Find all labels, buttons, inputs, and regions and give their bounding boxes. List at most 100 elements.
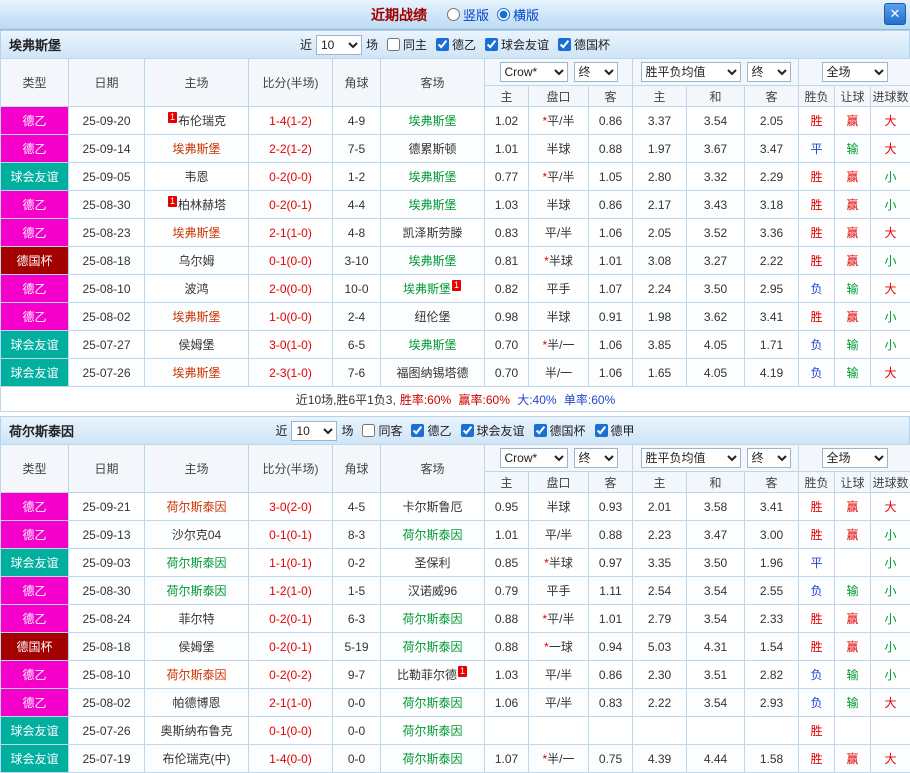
filter-checkbox[interactable] xyxy=(534,424,547,437)
vertical-layout-radio[interactable] xyxy=(447,8,460,21)
team-name: 荷尔斯泰因 xyxy=(402,752,462,766)
odds-stage-select[interactable]: 终 xyxy=(574,62,618,82)
filter-option[interactable]: 球会友谊 xyxy=(485,36,549,53)
avg-stage-select[interactable]: 终 xyxy=(747,448,791,468)
filter-checkbox[interactable] xyxy=(485,38,498,51)
close-button[interactable]: ✕ xyxy=(884,3,906,25)
filter-checkbox[interactable] xyxy=(558,38,571,51)
handicap-result-cell: 赢 xyxy=(835,107,871,135)
scope-select[interactable]: 全场 xyxy=(822,448,888,468)
goals-result-cell xyxy=(871,717,910,745)
col-away: 客场 xyxy=(381,59,485,107)
team-name: 布伦瑞克 xyxy=(178,114,226,128)
match-count-select[interactable]: 10 xyxy=(291,421,337,441)
filter-checkbox[interactable] xyxy=(387,38,400,51)
scope-select[interactable]: 全场 xyxy=(822,62,888,82)
away-team-cell: 埃弗斯堡 xyxy=(381,191,485,219)
favourite-star: * xyxy=(544,254,549,268)
home-team-cell: 荷尔斯泰因 xyxy=(145,577,249,605)
odds-home-cell: 0.83 xyxy=(485,219,529,247)
team-section-holstein: 荷尔斯泰因 近 10 场 同客德乙球会友谊德国杯德甲 类型 日期 主场 比分(半… xyxy=(0,416,910,773)
home-team-cell: 菲尔特 xyxy=(145,605,249,633)
odds-handicap-cell: *平/半 xyxy=(529,605,589,633)
avg-select[interactable]: 胜平负均值 xyxy=(641,448,741,468)
league-filters: 同客德乙球会友谊德国杯 德甲 xyxy=(353,422,634,439)
team-name: 荷尔斯泰因 xyxy=(402,528,462,542)
goals-result-cell: 大 xyxy=(871,107,910,135)
near-label: 近 xyxy=(300,36,312,53)
away-team-cell: 凯泽斯劳滕 xyxy=(381,219,485,247)
favourite-star: * xyxy=(542,114,547,128)
odds-home-cell: 0.88 xyxy=(485,605,529,633)
layout-vertical-option[interactable]: 竖版 xyxy=(447,5,489,24)
filter-option[interactable]: 同客 xyxy=(362,422,402,439)
col-outcome: 胜负 xyxy=(799,472,835,493)
outcome-cell: 胜 xyxy=(799,247,835,275)
recent-results-panel: 近期战绩 竖版 横版 ✕ 埃弗斯堡 近 10 场 同主德乙球会友谊德国杯 xyxy=(0,0,910,773)
team-name: 帕德博恩 xyxy=(172,696,220,710)
filter-option[interactable]: 同主 xyxy=(387,36,427,53)
score-cell: 1-2(1-0) xyxy=(249,577,333,605)
match-count-select[interactable]: 10 xyxy=(316,35,362,55)
odds-home-cell: 1.07 xyxy=(485,745,529,773)
filter-checkbox[interactable] xyxy=(595,424,608,437)
date-cell: 25-07-19 xyxy=(69,745,145,773)
date-cell: 25-09-14 xyxy=(69,135,145,163)
odds-away-cell: 0.91 xyxy=(589,303,633,331)
col-outcome: 胜负 xyxy=(799,86,835,107)
handicap-result-cell: 赢 xyxy=(835,191,871,219)
date-cell: 25-07-27 xyxy=(69,331,145,359)
league-type-cell: 德国杯 xyxy=(1,633,69,661)
summary-segment: 赢率:60% xyxy=(455,393,510,407)
layout-horizontal-option[interactable]: 横版 xyxy=(497,5,539,24)
filter-checkbox[interactable] xyxy=(436,38,449,51)
col-home: 主场 xyxy=(145,445,249,493)
col-odds-home: 主 xyxy=(485,86,529,107)
filter-label: 德乙 xyxy=(452,36,476,53)
odds-stage-select[interactable]: 终 xyxy=(574,448,618,468)
col-type: 类型 xyxy=(1,59,69,107)
goals-result-cell: 小 xyxy=(871,191,910,219)
bookmaker-select[interactable]: Crow* xyxy=(500,62,568,82)
odds-away-cell: 0.88 xyxy=(589,521,633,549)
filter-checkbox[interactable] xyxy=(411,424,424,437)
filter-label: 德甲 xyxy=(611,422,635,439)
games-label: 场 xyxy=(366,36,378,53)
avg-select[interactable]: 胜平负均值 xyxy=(641,62,741,82)
scope-group-header: 全场 xyxy=(799,59,910,86)
filter-option[interactable]: 德乙 xyxy=(411,422,451,439)
horizontal-layout-radio[interactable] xyxy=(497,8,510,21)
matches-table: 类型 日期 主场 比分(半场) 角球 客场 Crow* 终 胜平负均值 xyxy=(0,444,910,773)
bookmaker-select[interactable]: Crow* xyxy=(500,448,568,468)
avg-draw-cell: 3.67 xyxy=(687,135,745,163)
handicap-result-cell: 赢 xyxy=(835,745,871,773)
filter-option[interactable]: 德国杯 xyxy=(534,422,586,439)
odds-home-cell: 0.81 xyxy=(485,247,529,275)
home-team-cell: 帕德博恩 xyxy=(145,689,249,717)
filter-checkbox[interactable] xyxy=(362,424,375,437)
rank-badge: 1 xyxy=(452,280,461,291)
avg-stage-select[interactable]: 终 xyxy=(747,62,791,82)
filter-option[interactable]: 德国杯 xyxy=(558,36,610,53)
odds-home-cell: 1.03 xyxy=(485,661,529,689)
handicap-result-cell: 输 xyxy=(835,275,871,303)
odds-away-cell: 0.86 xyxy=(589,661,633,689)
filter-option[interactable]: 德乙 xyxy=(436,36,476,53)
home-team-cell: 埃弗斯堡 xyxy=(145,359,249,387)
filter-option[interactable]: 球会友谊 xyxy=(461,422,525,439)
filter-option[interactable]: 德甲 xyxy=(595,422,635,439)
col-type: 类型 xyxy=(1,445,69,493)
home-team-cell: 1布伦瑞克 xyxy=(145,107,249,135)
league-type-cell: 球会友谊 xyxy=(1,745,69,773)
avg-away-cell: 1.96 xyxy=(745,549,799,577)
match-row: 德乙25-09-201布伦瑞克1-4(1-2)4-9埃弗斯堡1.02*平/半0.… xyxy=(1,107,910,135)
col-odds-home: 主 xyxy=(485,472,529,493)
avg-draw-cell: 3.27 xyxy=(687,247,745,275)
filter-checkbox[interactable] xyxy=(461,424,474,437)
avg-draw-cell: 3.54 xyxy=(687,107,745,135)
match-row: 德国杯25-08-18侯姆堡0-2(0-1)5-19荷尔斯泰因0.88*一球0.… xyxy=(1,633,910,661)
league-type-cell: 德乙 xyxy=(1,521,69,549)
avg-home-cell: 1.97 xyxy=(633,135,687,163)
outcome-cell: 负 xyxy=(799,359,835,387)
goals-result-cell: 小 xyxy=(871,247,910,275)
